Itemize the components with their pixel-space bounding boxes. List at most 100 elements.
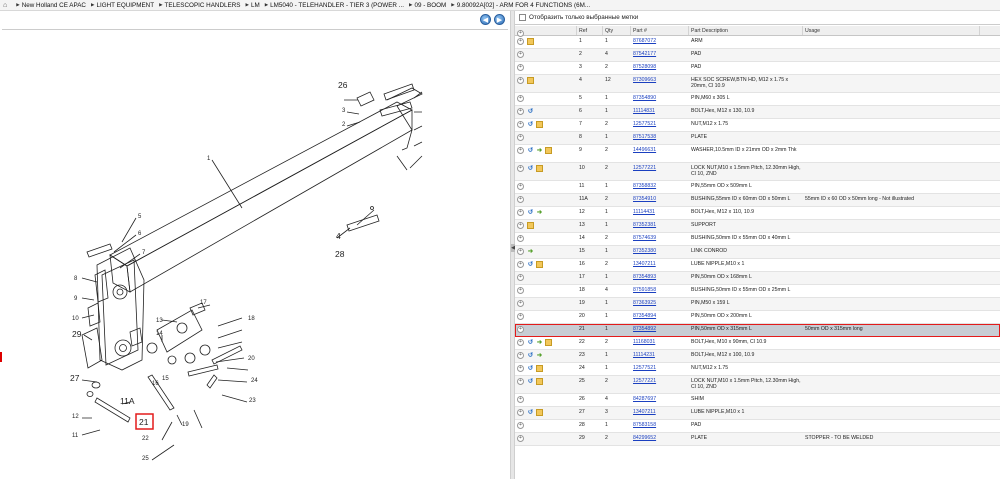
- package-icon[interactable]: [527, 76, 534, 84]
- part-number-link[interactable]: 87352381: [633, 222, 656, 228]
- package-icon[interactable]: [536, 260, 543, 268]
- part-number-link[interactable]: 13407211: [633, 409, 656, 415]
- table-row[interactable]: + ↺ ➜ 9 2 14496631 WASHER,10.5mm ID x 21mm OD …: [515, 145, 1000, 163]
- replacement-history-icon[interactable]: ↺: [527, 165, 534, 172]
- exploded-diagram[interactable]: 26 4 28 29 27 11A 21 1 5 6 7 8 9 10 11 1…: [2, 29, 508, 476]
- part-number-link[interactable]: 14496631: [633, 147, 656, 153]
- part-number-link[interactable]: 12577521: [633, 121, 656, 127]
- callout-16[interactable]: 16: [152, 381, 159, 387]
- part-number-link[interactable]: 87354894: [633, 313, 656, 319]
- add-to-cart-icon[interactable]: +: [517, 107, 524, 115]
- part-number-link[interactable]: 84299652: [633, 435, 656, 441]
- package-icon[interactable]: [536, 364, 543, 372]
- table-row[interactable]: +5 1 87354890 PIN,M60 x 305 L: [515, 93, 1000, 106]
- breadcrumb-item-page[interactable]: ▶ 9.80092A[02] - ARM FOR 4 FUNCTIONS (6M.…: [451, 2, 590, 9]
- table-row[interactable]: + ↺ 7 2 12577521 NUT,M12 x 1.75: [515, 119, 1000, 132]
- add-to-cart-icon[interactable]: +: [517, 364, 524, 372]
- add-to-cart-icon[interactable]: +: [517, 434, 524, 442]
- package-icon[interactable]: [527, 37, 534, 45]
- package-icon[interactable]: [536, 377, 543, 385]
- table-row[interactable]: +19 1 87363925 PIN,M50 x 159 L: [515, 298, 1000, 311]
- column-header-usage[interactable]: Usage: [803, 26, 980, 35]
- package-icon[interactable]: [545, 338, 552, 346]
- part-number-link[interactable]: 11114231: [633, 352, 655, 358]
- breadcrumb-item-section[interactable]: ▶ 09 - BOOM: [409, 2, 446, 9]
- replacement-history-icon[interactable]: ↺: [527, 409, 534, 416]
- replacement-history-icon[interactable]: ↺: [527, 147, 534, 154]
- callout-8[interactable]: 8: [74, 276, 78, 282]
- add-to-cart-icon[interactable]: +: [517, 182, 524, 190]
- table-row[interactable]: +13 1 87352381 SUPPORT: [515, 220, 1000, 233]
- part-number-link[interactable]: 11114431: [633, 209, 655, 215]
- part-number-link[interactable]: 87574639: [633, 235, 656, 241]
- callout-25[interactable]: 25: [142, 456, 149, 462]
- callout-10[interactable]: 10: [72, 316, 79, 322]
- table-row[interactable]: + ↺ 16 2 13407211 LUBE NIPPLE,M10 x 1: [515, 259, 1000, 272]
- add-to-cart-icon[interactable]: +: [517, 50, 524, 58]
- previous-page-button[interactable]: ◀: [480, 14, 491, 25]
- table-row[interactable]: +11A 2 87354910 BUSHING,55mm ID x 60mm OD x…: [515, 194, 1000, 207]
- callout-15[interactable]: 15: [162, 376, 169, 382]
- table-row[interactable]: + ↺ ➜ 23 1 11114231 BOLT,Hex, M12 x 100, 10.9: [515, 350, 1000, 363]
- part-number-link[interactable]: 87687072: [633, 38, 656, 44]
- replacement-history-icon[interactable]: ↺: [527, 352, 534, 359]
- home-icon[interactable]: ⌂: [3, 2, 11, 9]
- part-number-link[interactable]: 84287697: [633, 396, 656, 402]
- package-icon[interactable]: [536, 408, 543, 416]
- add-to-cart-icon[interactable]: +: [517, 37, 524, 45]
- breadcrumb-item-series[interactable]: ▶ LM: [245, 2, 259, 9]
- breadcrumb-item-brand[interactable]: ▶ New Holland CE APAC: [16, 2, 86, 9]
- add-to-cart-icon[interactable]: +: [517, 221, 524, 229]
- part-number-link[interactable]: 87358832: [633, 183, 656, 189]
- callout-17[interactable]: 17: [200, 300, 207, 306]
- add-to-cart-icon[interactable]: +: [517, 94, 524, 102]
- callout-2[interactable]: 2: [342, 122, 346, 128]
- part-number-link[interactable]: 87542177: [633, 51, 656, 57]
- substitute-arrow-icon[interactable]: ➜: [527, 248, 534, 255]
- callout-7[interactable]: 7: [142, 250, 146, 256]
- table-row[interactable]: +11 1 87358832 PIN,55mm OD x 509mm L: [515, 181, 1000, 194]
- replacement-history-icon[interactable]: ↺: [527, 108, 534, 115]
- part-number-link[interactable]: 87354890: [633, 95, 656, 101]
- callout-1[interactable]: 1: [207, 156, 211, 162]
- show-selected-only-checkbox[interactable]: [519, 14, 526, 21]
- callout-19[interactable]: 19: [182, 422, 189, 428]
- package-icon[interactable]: [545, 146, 552, 154]
- add-to-cart-icon[interactable]: +: [517, 338, 524, 346]
- table-row[interactable]: + ↺ 10 2 12577221 LOCK NUT,M10 x 1.5mm Pitch,…: [515, 163, 1000, 181]
- table-row[interactable]: +14 2 87574639 BUSHING,50mm ID x 55mm OD x …: [515, 233, 1000, 246]
- add-to-cart-icon[interactable]: +: [517, 325, 524, 333]
- callout-12[interactable]: 12: [72, 414, 79, 420]
- callout-9[interactable]: 9: [74, 296, 78, 302]
- add-to-cart-icon[interactable]: +: [517, 120, 524, 128]
- add-to-cart-icon[interactable]: +: [517, 133, 524, 141]
- callout-18[interactable]: 18: [248, 316, 255, 322]
- substitute-arrow-icon[interactable]: ➜: [536, 352, 543, 359]
- add-to-cart-icon[interactable]: +: [517, 146, 524, 154]
- callout-21[interactable]: 21: [139, 417, 149, 427]
- add-to-cart-icon[interactable]: +: [517, 286, 524, 294]
- callout-14[interactable]: 14: [156, 331, 163, 337]
- table-row[interactable]: +8 1 87517538 PLATE: [515, 132, 1000, 145]
- part-number-link[interactable]: 87354893: [633, 274, 656, 280]
- replacement-history-icon[interactable]: ↺: [527, 365, 534, 372]
- breadcrumb-item-category[interactable]: ▶ LIGHT EQUIPMENT: [91, 2, 154, 9]
- add-to-cart-icon[interactable]: +: [517, 195, 524, 203]
- table-row[interactable]: +20 1 87354894 PIN,50mm OD x 200mm L: [515, 311, 1000, 324]
- table-row[interactable]: +18 4 87591858 BUSHING,50mm ID x 55mm OD x …: [515, 285, 1000, 298]
- callout-22[interactable]: 22: [142, 436, 149, 442]
- part-number-link[interactable]: 87352380: [633, 248, 656, 254]
- table-row[interactable]: + ↺ 6 1 11114831 BOLT,Hex, M12 x 130, 10.9: [515, 106, 1000, 119]
- add-to-cart-icon[interactable]: +: [517, 312, 524, 320]
- table-row[interactable]: + ↺ 25 2 12577221 LOCK NUT,M10 x 1.5mm Pitch,…: [515, 376, 1000, 394]
- callout-3[interactable]: 3: [342, 108, 346, 114]
- next-page-button[interactable]: ▶: [494, 14, 505, 25]
- table-row[interactable]: +3 2 87528098 PAD: [515, 62, 1000, 75]
- table-row[interactable]: +2 4 87542177 PAD: [515, 49, 1000, 62]
- part-number-link[interactable]: 87354910: [633, 196, 656, 202]
- add-to-cart-icon[interactable]: +: [517, 63, 524, 71]
- column-header-description[interactable]: Part Description: [689, 26, 803, 35]
- table-row[interactable]: +26 4 84287697 SHIM: [515, 394, 1000, 407]
- part-number-link[interactable]: 12577221: [633, 378, 656, 384]
- callout-6[interactable]: 6: [138, 231, 142, 237]
